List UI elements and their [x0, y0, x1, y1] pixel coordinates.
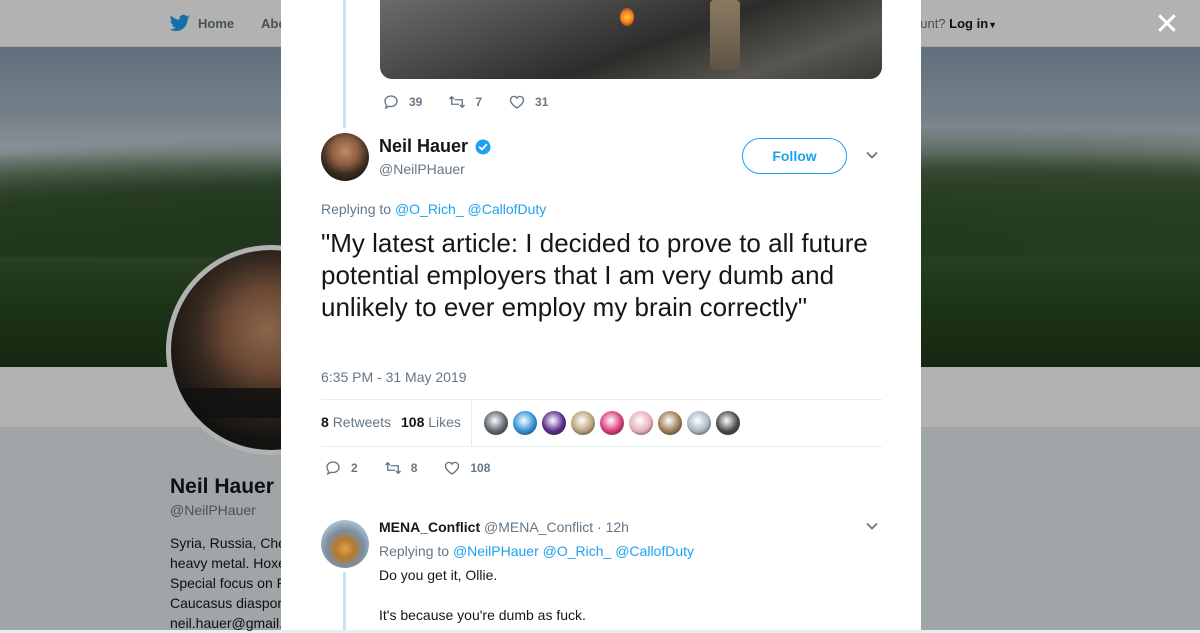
retweet-action[interactable]: 7 [448, 93, 482, 111]
retweet-count: 8 [410, 461, 418, 475]
tweet-actions: 2 8 108 [324, 459, 516, 477]
retweet-count: 7 [475, 95, 483, 109]
liker-avatar[interactable] [716, 411, 740, 435]
liker-avatar[interactable] [629, 411, 653, 435]
reply-replying-to: Replying to @NeilPHauer @O_Rich_ @Callof… [379, 543, 694, 559]
author-name-row[interactable]: Neil Hauer [379, 136, 492, 157]
like-action[interactable]: 31 [508, 93, 548, 111]
liker-avatar[interactable] [542, 411, 566, 435]
like-action[interactable]: 108 [443, 459, 490, 477]
heart-icon [445, 461, 460, 475]
mention-link[interactable]: @NeilPHauer [453, 543, 539, 559]
reply-author-avatar[interactable] [321, 520, 369, 568]
likes-label: Likes [428, 414, 461, 430]
reply-text-line: Do you get it, Ollie. [379, 567, 498, 583]
replying-prefix: Replying to [321, 201, 392, 217]
liker-avatar[interactable] [687, 411, 711, 435]
verified-badge-icon [475, 139, 491, 154]
reply-author-name[interactable]: MENA_Conflict [379, 519, 480, 535]
tweet-modal: 39 7 31 Neil Hauer @NeilPHauer Follow Re… [281, 0, 921, 630]
mention-link[interactable]: @O_Rich_ [543, 543, 612, 559]
mention-link[interactable]: @CallofDuty [615, 543, 694, 559]
author-handle[interactable]: @NeilPHauer [379, 161, 465, 177]
liker-avatar[interactable] [600, 411, 624, 435]
reply-icon [384, 95, 398, 110]
liker-avatar[interactable] [513, 411, 537, 435]
close-icon[interactable]: ✕ [1154, 10, 1180, 40]
thread-connector [343, 572, 346, 630]
tweet-media-image[interactable] [380, 0, 882, 79]
reply-count: 39 [409, 95, 423, 109]
author-avatar[interactable] [321, 133, 369, 181]
thread-connector [343, 0, 346, 128]
liker-avatar[interactable] [484, 411, 508, 435]
heart-icon [509, 95, 525, 109]
like-count: 108 [470, 461, 491, 475]
chevron-down-icon[interactable] [865, 148, 879, 162]
liker-avatar[interactable] [571, 411, 595, 435]
chevron-down-icon[interactable] [865, 519, 879, 533]
likes-count: 108 [401, 414, 425, 430]
follow-button[interactable]: Follow [742, 138, 847, 174]
tweet-timestamp[interactable]: 6:35 PM - 31 May 2019 [321, 369, 467, 385]
reply-icon [326, 461, 340, 476]
retweets-stat[interactable]: 8 Retweets [321, 414, 391, 430]
mention-link[interactable]: @CallofDuty [468, 201, 547, 217]
reply-header: MENA_Conflict @MENA_Conflict · 12h [379, 519, 629, 535]
reply-author-handle[interactable]: @MENA_Conflict [484, 519, 593, 535]
retweet-icon [384, 461, 401, 475]
retweet-action[interactable]: 8 [384, 459, 418, 477]
reply-action[interactable]: 2 [324, 459, 358, 477]
replying-to: Replying to @O_Rich_ @CallofDuty [321, 201, 546, 217]
likes-stat[interactable]: 108 Likes [401, 414, 461, 430]
prev-tweet-actions: 39 7 31 [382, 93, 574, 111]
author-name: Neil Hauer [379, 136, 469, 156]
stats-divider [471, 400, 472, 446]
tweet-stats: 8 Retweets 108 Likes [321, 399, 882, 447]
replying-prefix: Replying to [379, 543, 450, 559]
liker-avatars [484, 411, 740, 435]
reply-text-line: It's because you're dumb as fuck. [379, 607, 586, 623]
reply-time[interactable]: · 12h [597, 519, 629, 535]
retweet-icon [449, 95, 466, 109]
reply-count: 2 [351, 461, 358, 475]
liker-avatar[interactable] [658, 411, 682, 435]
mention-link[interactable]: @O_Rich_ [395, 201, 464, 217]
like-count: 31 [535, 95, 549, 109]
tweet-text: "My latest article: I decided to prove t… [321, 228, 868, 322]
reply-action[interactable]: 39 [382, 93, 422, 111]
retweets-label: Retweets [332, 414, 392, 430]
retweets-count: 8 [321, 414, 329, 430]
